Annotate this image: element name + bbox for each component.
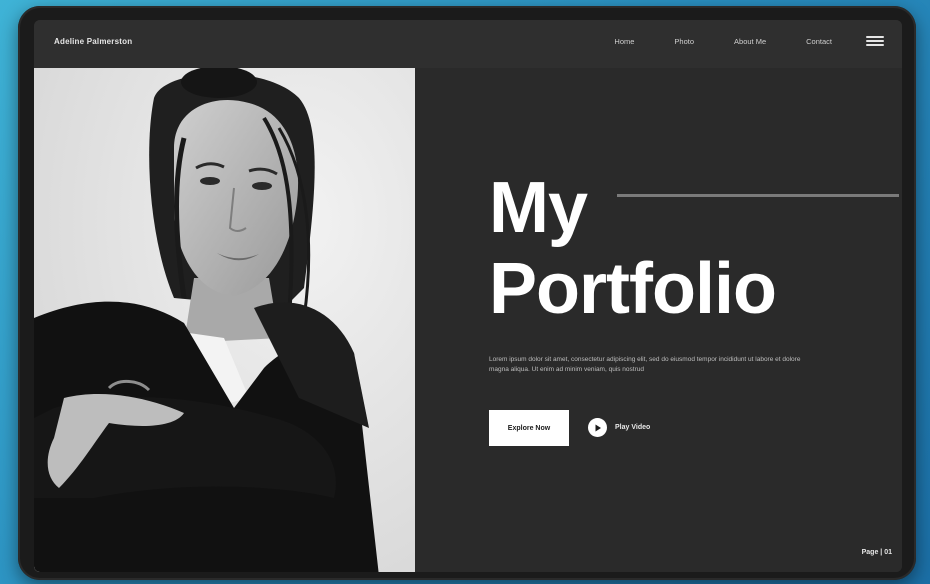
hero-title-line-1: My xyxy=(489,168,588,248)
portrait-photo xyxy=(34,68,415,572)
explore-now-button[interactable]: Explore Now xyxy=(489,410,569,446)
screen: Adeline Palmerston Home Photo About Me C… xyxy=(34,20,902,572)
title-divider-line xyxy=(617,194,899,197)
play-video-button[interactable]: Play Video xyxy=(588,418,650,437)
play-icon[interactable] xyxy=(588,418,607,437)
nav-link-home[interactable]: Home xyxy=(614,37,634,46)
tablet-frame: Adeline Palmerston Home Photo About Me C… xyxy=(18,6,916,580)
hamburger-menu-icon[interactable] xyxy=(866,36,884,46)
nav-links: Home Photo About Me Contact xyxy=(614,37,832,46)
page-indicator: Page | 01 xyxy=(861,549,892,556)
nav-link-contact[interactable]: Contact xyxy=(806,37,832,46)
nav-link-photo[interactable]: Photo xyxy=(674,37,694,46)
brand-name[interactable]: Adeline Palmerston xyxy=(54,37,132,46)
hero-section: My Portfolio Lorem ipsum dolor sit amet,… xyxy=(415,68,902,572)
hero-title-line-2: Portfolio xyxy=(489,249,777,329)
top-nav: Adeline Palmerston Home Photo About Me C… xyxy=(34,20,902,68)
hero-title: My Portfolio xyxy=(489,168,777,330)
portrait-illustration xyxy=(34,68,415,572)
hero-description: Lorem ipsum dolor sit amet, consectetur … xyxy=(489,356,801,373)
nav-link-about[interactable]: About Me xyxy=(734,37,766,46)
play-video-label[interactable]: Play Video xyxy=(615,424,650,431)
